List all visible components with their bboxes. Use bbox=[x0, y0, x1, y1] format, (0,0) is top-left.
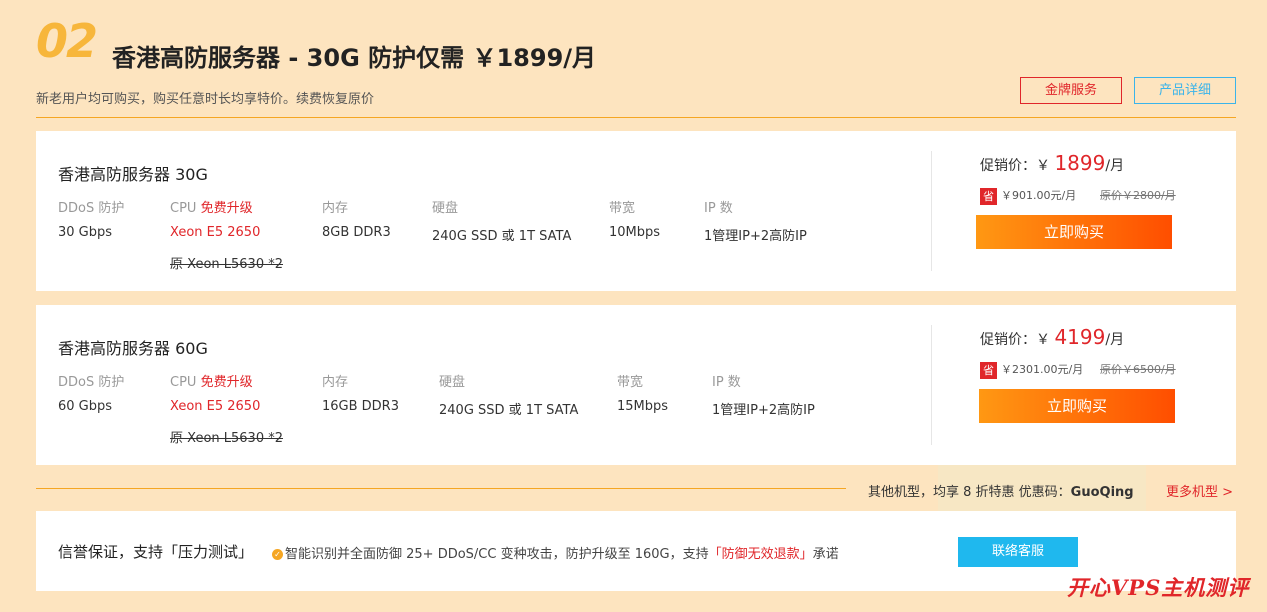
contact-support-button[interactable]: 联络客服 bbox=[958, 537, 1078, 567]
save-amount-text: ￥901.00元/月 bbox=[1001, 189, 1077, 202]
cpu-value: Xeon E5 2650 bbox=[170, 399, 261, 414]
disk-label: 硬盘 bbox=[439, 375, 466, 390]
cpu-upgrade-label: 免费升级 bbox=[200, 375, 253, 390]
currency: ￥ bbox=[1036, 332, 1050, 348]
save-amount: 省 ￥2301.00元/月 bbox=[980, 361, 1083, 379]
more-models-link[interactable]: 更多机型 > bbox=[1166, 481, 1233, 500]
buy-now-button[interactable]: 立即购买 bbox=[976, 215, 1172, 249]
original-price: 原价￥2800/月 bbox=[1100, 189, 1176, 202]
ddos-value: 30 Gbps bbox=[58, 225, 113, 240]
disk-value: 240G SSD 或 1T SATA bbox=[439, 403, 579, 418]
currency: ￥ bbox=[1036, 158, 1050, 174]
guarantee-title: 信誉保证，支持「压力测试」 bbox=[58, 543, 254, 561]
bandwidth-value: 10Mbps bbox=[609, 225, 661, 240]
cpu-label: CPU 免费升级 bbox=[170, 197, 253, 216]
section-number: 02 bbox=[36, 14, 98, 68]
gold-service-button[interactable]: 金牌服务 bbox=[1020, 77, 1122, 104]
ip-label: IP 数 bbox=[704, 201, 733, 216]
more-models-bar: 其他机型，均享 8 折特惠 优惠码：GuoQing 更多机型 > bbox=[36, 465, 1236, 511]
memory-label: 内存 bbox=[322, 375, 349, 390]
save-badge: 省 bbox=[980, 361, 997, 379]
bandwidth-label: 带宽 bbox=[609, 201, 636, 216]
check-icon: ✓ bbox=[272, 549, 283, 560]
per-month: /月 bbox=[1105, 158, 1125, 174]
product-card-60g: 香港高防服务器 60G DDoS 防护 CPU 免费升级 内存 硬盘 带宽 IP… bbox=[36, 305, 1236, 465]
memory-label: 内存 bbox=[322, 201, 349, 216]
page-title: 香港高防服务器 - 30G 防护仅需 ￥1899/月 bbox=[112, 44, 597, 72]
promo-code: GuoQing bbox=[1070, 485, 1134, 500]
cpu-value: Xeon E5 2650 bbox=[170, 225, 261, 240]
cpu-label-text: CPU bbox=[170, 375, 197, 390]
original-price: 原价￥6500/月 bbox=[1100, 363, 1176, 376]
ddos-label: DDoS 防护 bbox=[58, 375, 125, 390]
guarantee-description: ✓ 智能识别并全面防御 25+ DDoS/CC 变种攻击，防护升级至 160G，支… bbox=[272, 543, 839, 562]
page-subtitle: 新老用户均可购买，购买任意时长均享特价。续费恢复原价 bbox=[36, 92, 375, 107]
save-badge: 省 bbox=[980, 187, 997, 205]
promo-label: 促销价： bbox=[980, 158, 1036, 174]
product-detail-button[interactable]: 产品详细 bbox=[1134, 77, 1236, 104]
cpu-label: CPU 免费升级 bbox=[170, 371, 253, 390]
price-value: 1899 bbox=[1054, 151, 1106, 175]
ddos-label: DDoS 防护 bbox=[58, 201, 125, 216]
memory-value: 16GB DDR3 bbox=[322, 399, 399, 414]
ip-value: 1管理IP+2高防IP bbox=[704, 229, 807, 244]
ddos-value: 60 Gbps bbox=[58, 399, 113, 414]
bandwidth-label: 带宽 bbox=[617, 375, 644, 390]
buy-now-button[interactable]: 立即购买 bbox=[979, 389, 1175, 423]
ip-value: 1管理IP+2高防IP bbox=[712, 403, 815, 418]
promo-price: 促销价：￥ 4199/月 bbox=[980, 325, 1124, 349]
promo-text: 其他机型，均享 8 折特惠 优惠码：GuoQing bbox=[868, 481, 1134, 500]
save-amount-text: ￥2301.00元/月 bbox=[1001, 363, 1084, 376]
ip-label: IP 数 bbox=[712, 375, 741, 390]
product-name: 香港高防服务器 60G bbox=[58, 339, 208, 358]
product-name: 香港高防服务器 30G bbox=[58, 165, 208, 184]
section-header: 02 香港高防服务器 - 30G 防护仅需 ￥1899/月 新老用户均可购买，购… bbox=[36, 14, 1236, 118]
product-card-30g: 香港高防服务器 30G DDoS 防护 CPU 免费升级 内存 硬盘 带宽 IP… bbox=[36, 131, 1236, 291]
disk-value: 240G SSD 或 1T SATA bbox=[432, 229, 572, 244]
price-value: 4199 bbox=[1054, 325, 1106, 349]
promo-description: 其他机型，均享 8 折特惠 优惠码： bbox=[868, 485, 1071, 500]
disk-label: 硬盘 bbox=[432, 201, 459, 216]
guarantee-strip: 信誉保证，支持「压力测试」 ✓ 智能识别并全面防御 25+ DDoS/CC 变种攻… bbox=[36, 511, 1236, 591]
promo-price: 促销价：￥ 1899/月 bbox=[980, 151, 1124, 175]
promo-label: 促销价： bbox=[980, 332, 1036, 348]
refund-promise: 「防御无效退款」 bbox=[708, 547, 813, 562]
save-amount: 省 ￥901.00元/月 bbox=[980, 187, 1076, 205]
per-month: /月 bbox=[1105, 332, 1125, 348]
memory-value: 8GB DDR3 bbox=[322, 225, 391, 240]
guarantee-desc-suffix: 承诺 bbox=[812, 547, 839, 562]
card-divider bbox=[931, 151, 932, 271]
cpu-label-text: CPU bbox=[170, 201, 197, 216]
guarantee-desc-text: 智能识别并全面防御 25+ DDoS/CC 变种攻击，防护升级至 160G，支持 bbox=[285, 547, 709, 562]
more-divider bbox=[36, 488, 846, 489]
cpu-original: 原 Xeon L5630 *2 bbox=[170, 431, 284, 446]
bandwidth-value: 15Mbps bbox=[617, 399, 669, 414]
cpu-upgrade-label: 免费升级 bbox=[200, 201, 253, 216]
cpu-original: 原 Xeon L5630 *2 bbox=[170, 257, 284, 272]
card-divider bbox=[931, 325, 932, 445]
site-watermark: 开心VPS主机测评 bbox=[1067, 575, 1250, 600]
